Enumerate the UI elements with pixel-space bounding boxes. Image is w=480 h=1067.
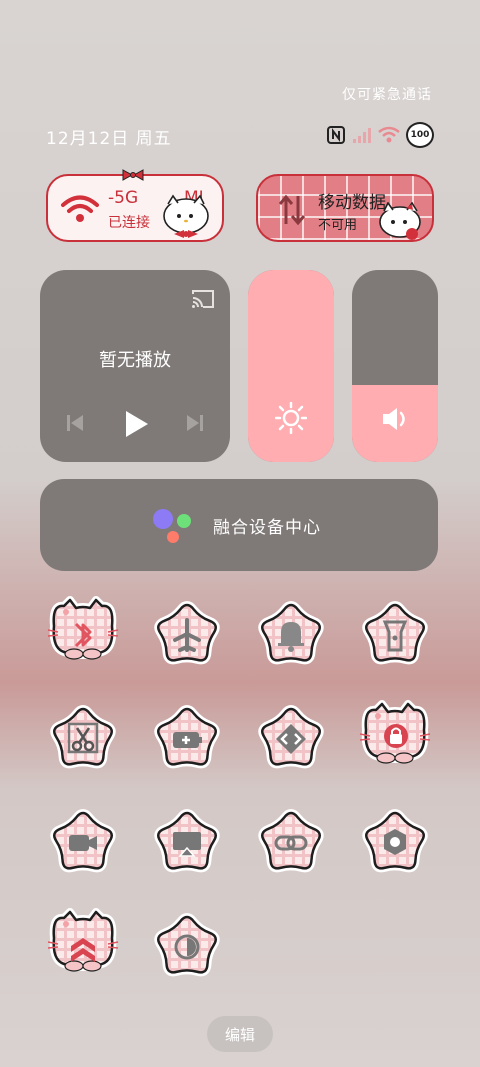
edit-button[interactable]: 编辑 [207, 1016, 273, 1052]
wifi-ssid: -5G [108, 188, 139, 208]
emergency-call-text: 仅可紧急通话 [342, 87, 432, 103]
tile-settings[interactable] [356, 804, 434, 882]
tile-link[interactable] [252, 804, 330, 882]
signal-icon [353, 128, 371, 143]
media-title: 暂无播放 [99, 350, 171, 371]
wifi-toggle[interactable]: -5G MI 已连接 [46, 174, 224, 242]
bow-icon [122, 169, 144, 181]
tile-nearby-share[interactable] [252, 700, 330, 778]
tile-flashlight[interactable] [356, 596, 434, 674]
battery-icon: 100 [406, 122, 434, 148]
tile-screen-record[interactable] [44, 804, 122, 882]
date-label[interactable]: 12月12日 周五 [46, 124, 172, 149]
tile-dark-mode[interactable] [148, 908, 226, 986]
hub-dots-icon [153, 509, 191, 543]
tile-screen-cast[interactable] [148, 804, 226, 882]
battery-plus-icon [173, 732, 202, 748]
device-hub-card[interactable]: 融合设备中心 [40, 479, 438, 571]
nfc-icon [327, 126, 345, 144]
rotation-lock-icon [384, 724, 408, 748]
tile-rotation-lock[interactable] [356, 700, 434, 778]
cast-icon[interactable] [190, 288, 216, 310]
tile-performance-mode[interactable] [44, 908, 122, 986]
next-icon[interactable] [186, 414, 204, 432]
play-icon[interactable] [124, 410, 150, 438]
volume-slider[interactable] [352, 270, 438, 462]
tile-screenshot[interactable] [44, 700, 122, 778]
sun-icon [275, 402, 307, 434]
kitty-sticker-icon [163, 194, 209, 238]
status-icons: 100 [326, 122, 434, 148]
brightness-slider[interactable] [248, 270, 334, 462]
mobile-data-toggle[interactable]: 移动数据 不可用 [256, 174, 434, 242]
device-hub-label: 融合设备中心 [213, 518, 321, 538]
wifi-icon [378, 126, 400, 143]
previous-icon[interactable] [66, 414, 84, 432]
kitty-sticker-icon [379, 202, 421, 240]
tile-airplane-mode[interactable] [148, 596, 226, 674]
tile-ring-mode[interactable] [252, 596, 330, 674]
tile-battery-saver[interactable] [148, 700, 226, 778]
wifi-status: 已连接 [108, 215, 150, 231]
media-player-card[interactable]: 暂无播放 [40, 270, 230, 462]
mobile-data-status: 不可用 [318, 218, 358, 233]
data-arrows-icon [278, 194, 306, 226]
wifi-icon [61, 195, 99, 222]
tile-bluetooth[interactable] [44, 596, 122, 674]
speaker-icon [383, 408, 405, 430]
